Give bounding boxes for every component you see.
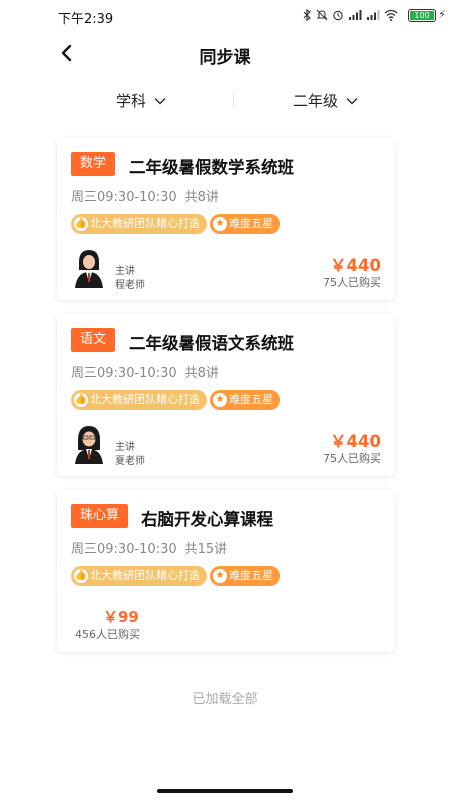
star-icon: ★: [213, 393, 227, 407]
subject-filter-label: 学科: [116, 92, 147, 110]
signal-2-icon: [367, 10, 380, 20]
wifi-icon: [384, 9, 398, 21]
course-title: 二年级暑假语文系统班: [129, 334, 294, 353]
course-schedule: 周三09:30-10:30 共8讲: [71, 186, 219, 205]
teacher-avatar: [75, 426, 103, 464]
thumbs-up-icon: 👍: [74, 569, 88, 583]
course-card[interactable]: 珠心算 右脑开发心算课程 周三09:30-10:30 共15讲 👍 北大教研团队精…: [57, 490, 395, 652]
course-price: ￥440: [330, 256, 381, 275]
star-icon: ★: [213, 569, 227, 583]
team-tag: 👍 北大教研团队精心打造: [71, 214, 207, 234]
subject-badge: 语文: [71, 328, 116, 352]
chevron-down-icon: [154, 97, 166, 105]
teacher-avatar: [75, 250, 103, 288]
teacher-role: 主讲: [115, 442, 135, 453]
nav-bar: 同步课: [0, 32, 450, 76]
charging-icon: ⚡: [438, 8, 446, 21]
purchase-count: 75人已购买: [323, 276, 381, 289]
course-card[interactable]: 数学 二年级暑假数学系统班 周三09:30-10:30 共8讲 👍 北大教研团队精…: [57, 138, 395, 300]
difficulty-tag-label: 难度五星: [229, 393, 273, 406]
home-indicator[interactable]: [157, 789, 293, 793]
status-bar: 下午2:39 100 ⚡: [0, 0, 450, 32]
course-lessons: 共15讲: [184, 542, 228, 557]
subject-badge: 珠心算: [71, 504, 129, 528]
course-time: 周三09:30-10:30: [71, 190, 177, 205]
signal-icon: [349, 10, 362, 20]
grade-filter-label: 二年级: [293, 92, 339, 110]
thumbs-up-icon: 👍: [74, 393, 88, 407]
bluetooth-icon: [303, 9, 311, 21]
course-title: 二年级暑假数学系统班: [129, 158, 294, 177]
filter-bar: 学科 二年级: [0, 84, 450, 116]
team-tag-label: 北大教研团队精心打造: [90, 217, 200, 230]
alarm-icon: [333, 10, 343, 21]
star-icon: ★: [213, 217, 227, 231]
difficulty-tag-label: 难度五星: [229, 569, 273, 582]
team-tag-label: 北大教研团队精心打造: [90, 569, 200, 582]
filter-divider: [233, 91, 234, 107]
chevron-down-icon: [346, 97, 358, 105]
status-time: 下午2:39: [58, 12, 114, 27]
team-tag: 👍 北大教研团队精心打造: [71, 566, 207, 586]
team-tag-label: 北大教研团队精心打造: [90, 393, 200, 406]
battery-level: 100: [410, 11, 434, 20]
course-schedule: 周三09:30-10:30 共15讲: [71, 538, 227, 557]
mute-icon: [316, 9, 328, 21]
course-schedule: 周三09:30-10:30 共8讲: [71, 362, 219, 381]
course-lessons: 共8讲: [184, 366, 219, 381]
course-lessons: 共8讲: [184, 190, 219, 205]
teacher-role: 主讲: [115, 266, 135, 277]
difficulty-tag: ★ 难度五星: [210, 390, 280, 410]
difficulty-tag: ★ 难度五星: [210, 566, 280, 586]
subject-filter[interactable]: 学科: [116, 90, 166, 111]
team-tag: 👍 北大教研团队精心打造: [71, 390, 207, 410]
course-title: 右脑开发心算课程: [141, 510, 273, 529]
purchase-count: 456人已购买: [75, 628, 140, 641]
course-price: ￥99: [103, 608, 139, 626]
course-time: 周三09:30-10:30: [71, 542, 177, 557]
difficulty-tag-label: 难度五星: [229, 217, 273, 230]
difficulty-tag: ★ 难度五星: [210, 214, 280, 234]
thumbs-up-icon: 👍: [74, 217, 88, 231]
course-price: ￥440: [330, 432, 381, 451]
teacher-name: 程老师: [115, 280, 145, 291]
battery-icon: 100: [408, 9, 436, 22]
loaded-all-text: 已加载全部: [192, 692, 258, 707]
course-time: 周三09:30-10:30: [71, 366, 177, 381]
page-title: 同步课: [199, 48, 251, 68]
status-icons: [302, 9, 398, 21]
teacher-name: 夏老师: [115, 456, 145, 467]
grade-filter[interactable]: 二年级: [293, 90, 358, 111]
purchase-count: 75人已购买: [323, 452, 381, 465]
subject-badge: 数学: [71, 152, 116, 176]
course-card[interactable]: 语文 二年级暑假语文系统班 周三09:30-10:30 共8讲 👍 北大教研团队精…: [57, 314, 395, 476]
